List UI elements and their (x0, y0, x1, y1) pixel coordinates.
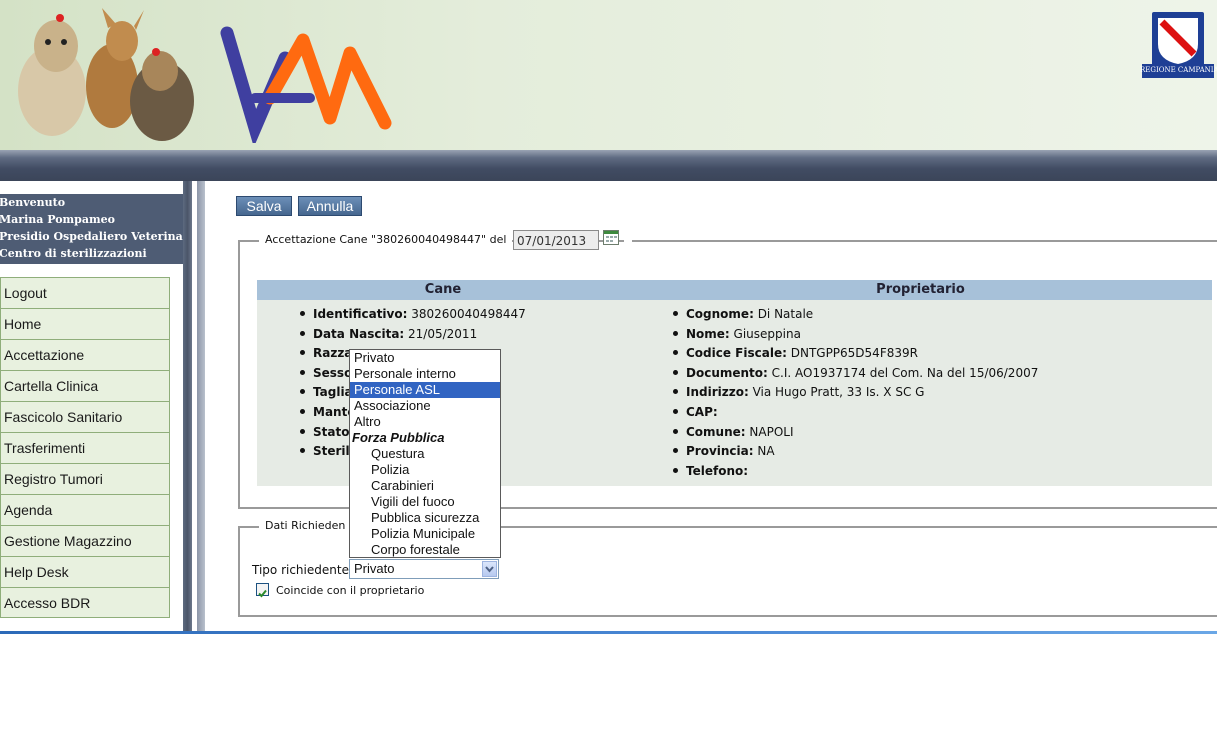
list-item: Documento: C.I. AO1937174 del Com. Na de… (673, 364, 1038, 384)
field-label: Identificativo: (313, 307, 408, 321)
welcome-unit: Centro di sterilizzazioni (0, 247, 147, 260)
content-shadow (197, 181, 205, 631)
field-label: Sesso (313, 365, 353, 380)
field-value: NAPOLI (745, 424, 794, 439)
option-corpo-forestale[interactable]: Corpo forestale (350, 542, 500, 558)
sidebar-divider (183, 181, 192, 631)
cancel-button[interactable]: Annulla (298, 196, 362, 216)
sidebar-item-accettazione[interactable]: Accettazione (0, 339, 170, 370)
field-label: Data Nascita: (313, 326, 405, 341)
list-item: Provincia: NA (673, 442, 1038, 462)
page-header: REGIONE CAMPANIA (0, 0, 1217, 150)
field-label: Comune: (686, 424, 746, 439)
field-label: CAP: (686, 404, 718, 419)
sidebar-item-registro-tumori[interactable]: Registro Tumori (0, 463, 170, 494)
column-header-proprietario: Proprietario (876, 282, 965, 297)
option-polizia[interactable]: Polizia (350, 462, 500, 478)
field-value: DNTGPP65D54F839R (786, 346, 918, 361)
option-carabinieri[interactable]: Carabinieri (350, 478, 500, 494)
option-vigili-del-fuoco[interactable]: Vigili del fuoco (350, 494, 500, 510)
optgroup-forza-pubblica: Forza Pubblica (352, 430, 445, 445)
sidebar-menu: Logout Home Accettazione Cartella Clinic… (0, 277, 172, 618)
option-pubblica-sicurezza[interactable]: Pubblica sicurezza (350, 510, 500, 526)
option-questura[interactable]: Questura (350, 446, 500, 462)
field-value: Di Natale (753, 307, 814, 321)
list-item: Comune: NAPOLI (673, 423, 1038, 443)
column-header-cane: Cane (424, 282, 462, 297)
accettazione-legend: Accettazione Cane "380260040498447" del (259, 233, 513, 246)
coincide-proprietario-label: Coincide con il proprietario (276, 584, 425, 597)
field-label: Codice Fiscale: (686, 346, 787, 361)
sidebar-item-fascicolo-sanitario[interactable]: Fascicolo Sanitario (0, 401, 170, 432)
option-polizia-municipale[interactable]: Polizia Municipale (350, 526, 500, 542)
field-label: Cognome: (686, 307, 754, 321)
accettazione-title: Accettazione Cane "380260040498447" del (265, 233, 507, 246)
sidebar-item-accesso-bdr[interactable]: Accesso BDR (0, 587, 170, 618)
welcome-structure: Presidio Ospedaliero Veterinario (0, 230, 183, 243)
select-value: Privato (354, 561, 395, 576)
list-item: Indirizzo: Via Hugo Pratt, 33 Is. X SC G (673, 383, 1038, 403)
vam-logo (220, 26, 392, 143)
welcome-line: Benvenuto (0, 196, 66, 209)
dogs-banner-image (18, 8, 194, 141)
checkmark-icon (258, 589, 267, 598)
field-value: Giuseppina (729, 326, 801, 341)
option-personale-interno[interactable]: Personale interno (350, 366, 500, 382)
chevron-down-icon[interactable] (482, 561, 497, 577)
list-item: Telefono: (673, 462, 1038, 482)
tipo-richiedente-dropdown[interactable]: Privato Personale interno Personale ASL … (349, 349, 501, 558)
list-item: Nome: Giuseppina (673, 325, 1038, 345)
field-label: Nome: (686, 326, 730, 341)
field-value: 21/05/2011 (404, 326, 478, 341)
list-item: Data Nascita: 21/05/2011 (300, 325, 526, 345)
option-altro[interactable]: Altro (350, 414, 500, 430)
list-item: CAP: (673, 403, 1038, 423)
field-value: NA (753, 444, 775, 459)
coincide-proprietario-checkbox[interactable] (256, 583, 269, 598)
richiedente-legend: Dati Richieden (259, 519, 352, 532)
date-field[interactable]: 07/01/2013 (513, 230, 599, 250)
sidebar-item-logout[interactable]: Logout (0, 277, 170, 308)
field-label: Documento: (686, 365, 768, 380)
sidebar-item-agenda[interactable]: Agenda (0, 494, 170, 525)
field-label: Taglia (313, 385, 353, 400)
field-label: Provincia: (686, 444, 754, 459)
option-privato[interactable]: Privato (350, 350, 500, 366)
option-personale-asl[interactable]: Personale ASL (350, 382, 500, 398)
taskbar-strip (0, 631, 1217, 634)
sidebar-item-help-desk[interactable]: Help Desk (0, 556, 170, 587)
owner-details-list: Cognome: Di Natale Nome: Giuseppina Codi… (673, 305, 1038, 481)
sidebar-item-cartella-clinica[interactable]: Cartella Clinica (0, 370, 170, 401)
sidebar-item-trasferimenti[interactable]: Trasferimenti (0, 432, 170, 463)
sidebar-item-gestione-magazzino[interactable]: Gestione Magazzino (0, 525, 170, 556)
legend-gap (624, 236, 632, 244)
tipo-richiedente-label: Tipo richiedente (252, 563, 349, 577)
field-label: Razza (313, 346, 353, 361)
field-value: C.I. AO1937174 del Com. Na del 15/06/200… (767, 365, 1039, 380)
field-label: Stato (313, 424, 350, 439)
sidebar-item-home[interactable]: Home (0, 308, 170, 339)
field-label: Telefono: (686, 463, 749, 478)
list-item: Cognome: Di Natale (673, 305, 1038, 325)
region-label: REGIONE CAMPANIA (1140, 66, 1217, 74)
list-item: Codice Fiscale: DNTGPP65D54F839R (673, 344, 1038, 364)
tipo-richiedente-select[interactable]: Privato (349, 559, 499, 579)
field-value: 380260040498447 (407, 307, 526, 321)
field-value: Via Hugo Pratt, 33 Is. X SC G (748, 385, 925, 400)
field-label: Sterili (313, 444, 354, 459)
save-button[interactable]: Salva (236, 196, 292, 216)
field-label: Indirizzo: (686, 385, 749, 400)
list-item: Identificativo: 380260040498447 (300, 305, 526, 325)
option-associazione[interactable]: Associazione (350, 398, 500, 414)
calendar-icon[interactable] (603, 230, 619, 245)
welcome-user: Marina Pompameo (0, 213, 115, 226)
welcome-box: Benvenuto Marina Pompameo Presidio Osped… (0, 194, 183, 264)
top-nav-bar (0, 150, 1217, 181)
